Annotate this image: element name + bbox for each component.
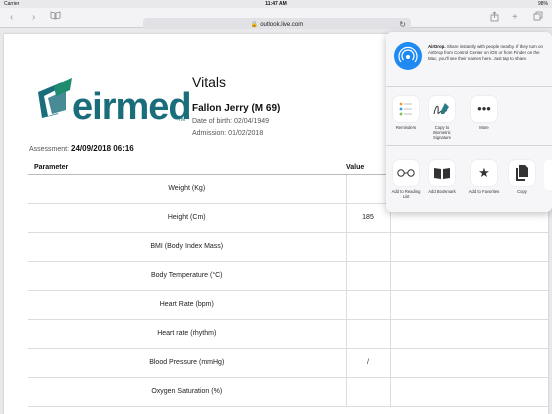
eirmed-logo: eirmed TM — [32, 72, 192, 142]
reminders-icon — [393, 96, 419, 122]
forward-icon[interactable]: › — [32, 11, 35, 25]
value-cell[interactable] — [345, 174, 391, 204]
extra-cell — [390, 348, 548, 378]
parameter-cell: BMI (Body Index Mass) — [28, 232, 346, 262]
action-add-bookmark[interactable]: Add Bookmark — [426, 160, 458, 194]
assessment-line: Assessment: 24/09/2018 06:16 — [29, 144, 134, 153]
bookmarks-icon[interactable] — [50, 11, 61, 25]
airdrop-title: AirDrop. — [428, 44, 446, 49]
parameter-cell: Heart rate (rhythm) — [28, 319, 346, 349]
glasses-icon — [393, 160, 419, 186]
action-add-reading-list[interactable]: Add to Reading List — [390, 160, 422, 199]
action-add-favorites[interactable]: ★ Add to Favorites — [468, 160, 500, 194]
value-cell[interactable] — [345, 377, 391, 407]
airdrop-section[interactable]: AirDrop. Share instantly with people nea… — [386, 32, 552, 87]
value-cell[interactable] — [345, 261, 391, 291]
extra-cell — [390, 377, 548, 407]
value-cell[interactable] — [345, 232, 391, 262]
share-target-reminders[interactable]: Reminders — [390, 96, 422, 130]
extra-cell — [390, 232, 548, 262]
value-cell[interactable] — [345, 290, 391, 320]
value-cell[interactable] — [345, 319, 391, 349]
share-target-label: Reminders — [395, 125, 417, 130]
parameter-cell: Blood Pressure (mmHg) — [28, 348, 346, 378]
share-icon[interactable] — [490, 11, 499, 27]
logo-wordmark: eirmed — [72, 86, 192, 128]
table-row[interactable]: Heart Rate (bpm) — [28, 290, 548, 320]
status-bar: Carrier 11:47 AM 98% — [0, 0, 552, 8]
url-text: outlook.live.com — [260, 22, 304, 28]
action-label: Add to Reading List — [391, 189, 421, 199]
parameter-cell: Heart Rate (bpm) — [28, 290, 346, 320]
share-sheet: AirDrop. Share instantly with people nea… — [386, 32, 552, 212]
table-row[interactable]: BMI (Body Index Mass) — [28, 232, 548, 262]
date-of-birth: Date of birth: 02/04/1949 — [192, 118, 270, 125]
lock-icon: 🔒 — [250, 22, 259, 28]
back-icon[interactable]: ‹ — [10, 11, 13, 25]
action-copy[interactable]: Copy — [506, 160, 538, 194]
book-icon — [429, 160, 455, 186]
table-row[interactable]: Blood Pressure (mmHg) / — [28, 348, 548, 378]
clock: 11:47 AM — [265, 1, 287, 7]
value-cell[interactable]: 185 — [345, 203, 391, 233]
airdrop-icon — [394, 42, 422, 70]
tabs-icon[interactable] — [533, 11, 543, 26]
admission-date: Admission: 01/02/2018 — [192, 130, 264, 137]
action-label: Add to Favorites — [468, 189, 500, 194]
page-title: Vitals — [192, 74, 226, 90]
assessment-value: 24/09/2018 06:16 — [71, 144, 134, 153]
patient-name: Fallon Jerry (M 69) — [192, 103, 281, 114]
share-target-label: More — [479, 125, 489, 130]
table-row[interactable]: Heart rate (rhythm) — [28, 319, 548, 349]
more-actions-peek[interactable] — [544, 160, 552, 190]
table-row[interactable]: Body Temperature (°C) — [28, 261, 548, 291]
action-label: Copy — [517, 189, 527, 194]
share-target-label: Copy to Biometric Signature — [433, 125, 451, 140]
extra-cell — [390, 261, 548, 291]
column-header-value: Value — [346, 161, 390, 175]
parameter-cell: Oxygen Saturation (%) — [28, 377, 346, 407]
browser-toolbar: ‹ › 🔒 outlook.live.com ↻ + — [0, 8, 552, 32]
more-icon: ••• — [471, 96, 497, 122]
value-cell[interactable]: / — [345, 348, 391, 378]
airdrop-body: Share instantly with people nearby. If t… — [428, 44, 543, 61]
share-target-biometric-signature[interactable]: Copy to Biometric Signature — [426, 96, 458, 140]
column-header-parameter: Parameter — [28, 161, 346, 175]
copy-icon — [509, 160, 535, 186]
battery-level: 98% — [537, 1, 548, 7]
parameter-cell: Height (Cm) — [28, 203, 346, 233]
parameter-cell: Body Temperature (°C) — [28, 261, 346, 291]
extra-cell — [390, 319, 548, 349]
table-row[interactable]: Oxygen Saturation (%) — [28, 377, 548, 407]
extra-cell — [390, 290, 548, 320]
share-actions-row-activities: Add to Reading List Add Bookmark ★ Add t… — [386, 152, 552, 210]
action-label: Add Bookmark — [428, 189, 456, 194]
new-tab-icon[interactable]: + — [512, 11, 518, 25]
assessment-label: Assessment: — [29, 146, 70, 153]
airdrop-description: AirDrop. Share instantly with people nea… — [428, 44, 546, 61]
parameter-cell: Weight (Kg) — [28, 174, 346, 204]
star-icon: ★ — [471, 160, 497, 186]
share-target-more[interactable]: ••• More — [468, 96, 500, 130]
signature-icon — [429, 96, 455, 122]
share-actions-row-apps: Reminders Copy to Biometric Signature ••… — [386, 88, 552, 146]
logo-trademark: TM — [178, 117, 186, 123]
